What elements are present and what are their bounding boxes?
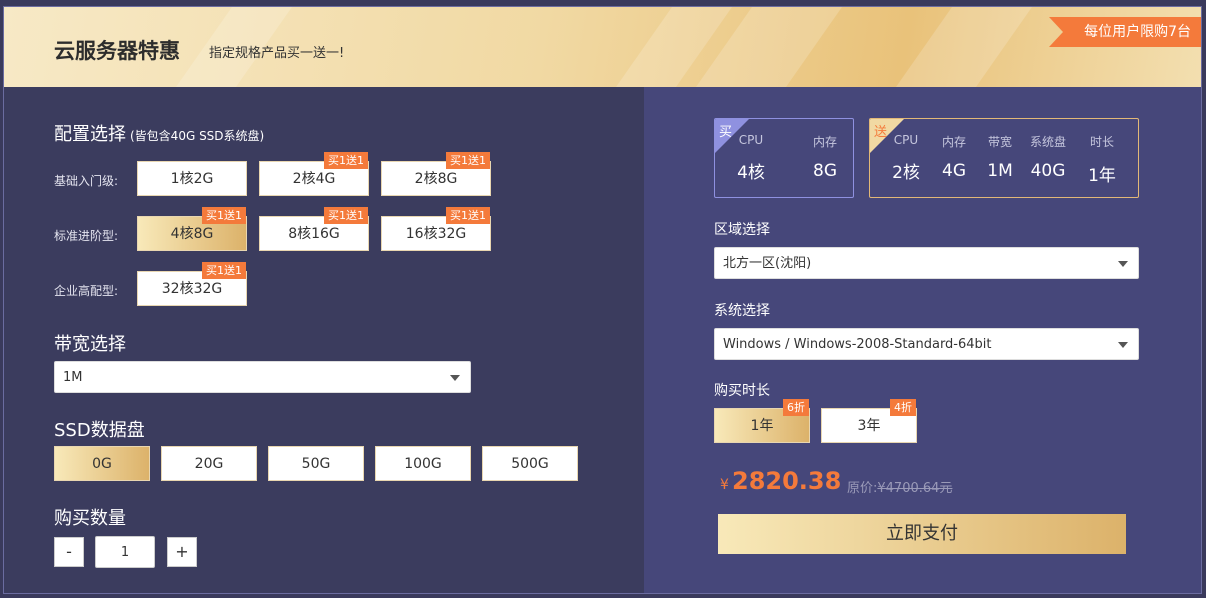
summary-cell-head: 内存: [941, 135, 966, 149]
gift-summary-box: 送 CPU 2核 内存 4G 带宽 1M 系统盘 40G 时长 1年: [869, 118, 1139, 198]
chevron-down-icon: [1118, 261, 1128, 267]
summary-cell-head: 系统盘: [1029, 135, 1066, 149]
ssd-label: 50G: [301, 456, 331, 472]
config-title: 配置选择: [54, 124, 126, 145]
ssd-label: 0G: [92, 456, 112, 472]
header-decoration: [895, 7, 1033, 87]
summary-cell-head: CPU: [893, 133, 919, 147]
tier-label-standard: 标准进阶型:: [54, 229, 119, 243]
quantity-plus-button[interactable]: +: [167, 537, 197, 567]
page-title: 云服务器特惠: [54, 39, 180, 63]
summary-cell-value: 1年: [1088, 166, 1116, 186]
chevron-down-icon: [1118, 342, 1128, 348]
buy-summary-box: 买 CPU 4核 内存 8G: [714, 118, 854, 198]
spec-option[interactable]: 2核4G 买1送1: [259, 152, 369, 196]
ssd-section-title: SSD数据盘: [54, 420, 145, 441]
os-select[interactable]: Windows / Windows-2008-Standard-64bit: [714, 328, 1139, 360]
bandwidth-select[interactable]: 1M: [54, 361, 471, 393]
bandwidth-section-title: 带宽选择: [54, 334, 126, 355]
summary-cell-value: 4核: [737, 163, 765, 183]
ssd-option[interactable]: 100G: [375, 446, 471, 481]
order-summary-panel: 买 CPU 4核 内存 8G 送 CPU 2核 内存 4G 带宽 1M 系统盘 40G 时长…: [644, 87, 1201, 593]
spec-label: 4核8G: [170, 226, 214, 242]
ssd-label: 500G: [511, 456, 549, 472]
summary-cell-value: 4G: [942, 161, 966, 181]
summary-cell-head: 时长: [1089, 135, 1114, 149]
page-subtitle: 指定规格产品买一送一!: [209, 46, 345, 61]
summary-cell: 时长 1年: [1082, 133, 1122, 186]
summary-cell: 系统盘 40G: [1026, 133, 1070, 181]
tier-label-enterprise: 企业高配型:: [54, 284, 119, 298]
spec-option[interactable]: 16核32G 买1送1: [381, 207, 491, 251]
config-panel: 配置选择 (皆包含40G SSD系统盘) 基础入门级: 1核2G 2核4G 买1送1…: [4, 87, 644, 593]
original-price-label: 原价:: [847, 481, 878, 496]
config-note: (皆包含40G SSD系统盘): [130, 129, 265, 143]
bandwidth-value: 1M: [63, 370, 83, 385]
summary-cell-head: CPU: [738, 133, 764, 147]
spec-option-selected[interactable]: 4核8G 买1送1: [137, 207, 247, 251]
summary-cell: 内存 4G: [934, 133, 974, 181]
ssd-option[interactable]: 50G: [268, 446, 364, 481]
duration-label: 3年: [857, 418, 881, 434]
spec-option[interactable]: 2核8G 买1送1: [381, 152, 491, 196]
region-value: 北方一区(沈阳): [723, 256, 812, 271]
promo-tag: 买1送1: [324, 207, 368, 224]
spec-option[interactable]: 32核32G 买1送1: [137, 262, 247, 306]
os-value: Windows / Windows-2008-Standard-64bit: [723, 337, 992, 352]
region-select[interactable]: 北方一区(沈阳): [714, 247, 1139, 279]
spec-label: 32核32G: [161, 281, 223, 297]
summary-cell-value: 40G: [1030, 161, 1066, 181]
ssd-option-selected[interactable]: 0G: [54, 446, 150, 481]
current-price: 2820.38: [732, 467, 842, 495]
promo-tag: 买1送1: [446, 152, 490, 169]
discount-tag: 6折: [783, 399, 809, 416]
summary-cell-value: 8G: [813, 161, 837, 181]
discount-tag: 4折: [890, 399, 916, 416]
summary-cell: 带宽 1M: [980, 133, 1020, 181]
promo-tag: 买1送1: [202, 207, 246, 224]
tier-label-basic: 基础入门级:: [54, 174, 119, 188]
promo-header: 云服务器特惠 指定规格产品买一送一! 每位用户限购7台: [4, 7, 1201, 87]
summary-cell-value: 2核: [892, 163, 920, 183]
spec-label: 2核4G: [292, 171, 336, 187]
spec-label: 2核8G: [414, 171, 458, 187]
duration-option-selected[interactable]: 1年 6折: [714, 399, 810, 443]
config-section-title: 配置选择 (皆包含40G SSD系统盘): [54, 120, 264, 146]
summary-cell: 内存 8G: [805, 133, 845, 181]
spec-option[interactable]: 8核16G 买1送1: [259, 207, 369, 251]
ssd-label: 20G: [194, 456, 224, 472]
ssd-option[interactable]: 500G: [482, 446, 578, 481]
original-price: 原价:¥4700.64元: [847, 477, 952, 496]
ssd-option[interactable]: 20G: [161, 446, 257, 481]
original-price-value: ¥4700.64元: [877, 481, 953, 496]
duration-label: 1年: [750, 418, 774, 434]
pay-now-button[interactable]: 立即支付: [718, 514, 1126, 554]
region-section-title: 区域选择: [714, 222, 770, 238]
ssd-label: 100G: [404, 456, 442, 472]
summary-cell-value: 1M: [987, 161, 1013, 181]
duration-option[interactable]: 3年 4折: [821, 399, 917, 443]
spec-label: 16核32G: [405, 226, 467, 242]
promo-tag: 买1送1: [324, 152, 368, 169]
promo-tag: 买1送1: [446, 207, 490, 224]
duration-section-title: 购买时长: [714, 383, 770, 399]
quantity-input[interactable]: 1: [95, 536, 155, 568]
quantity-section-title: 购买数量: [54, 508, 126, 529]
summary-cell: CPU 4核: [729, 133, 773, 183]
quantity-minus-button[interactable]: -: [54, 537, 84, 567]
currency-symbol: ¥: [720, 477, 729, 493]
chevron-down-icon: [450, 375, 460, 381]
spec-option[interactable]: 1核2G: [137, 161, 247, 196]
spec-label: 8核16G: [288, 226, 340, 242]
summary-cell: CPU 2核: [886, 133, 926, 183]
promo-panel: 云服务器特惠 指定规格产品买一送一! 每位用户限购7台 配置选择 (皆包含40G …: [3, 6, 1202, 594]
purchase-limit-badge: 每位用户限购7台: [1049, 17, 1201, 47]
os-section-title: 系统选择: [714, 303, 770, 319]
summary-cell-head: 带宽: [987, 135, 1012, 149]
summary-cell-head: 内存: [812, 135, 837, 149]
promo-tag: 买1送1: [202, 262, 246, 279]
spec-label: 1核2G: [170, 171, 214, 187]
